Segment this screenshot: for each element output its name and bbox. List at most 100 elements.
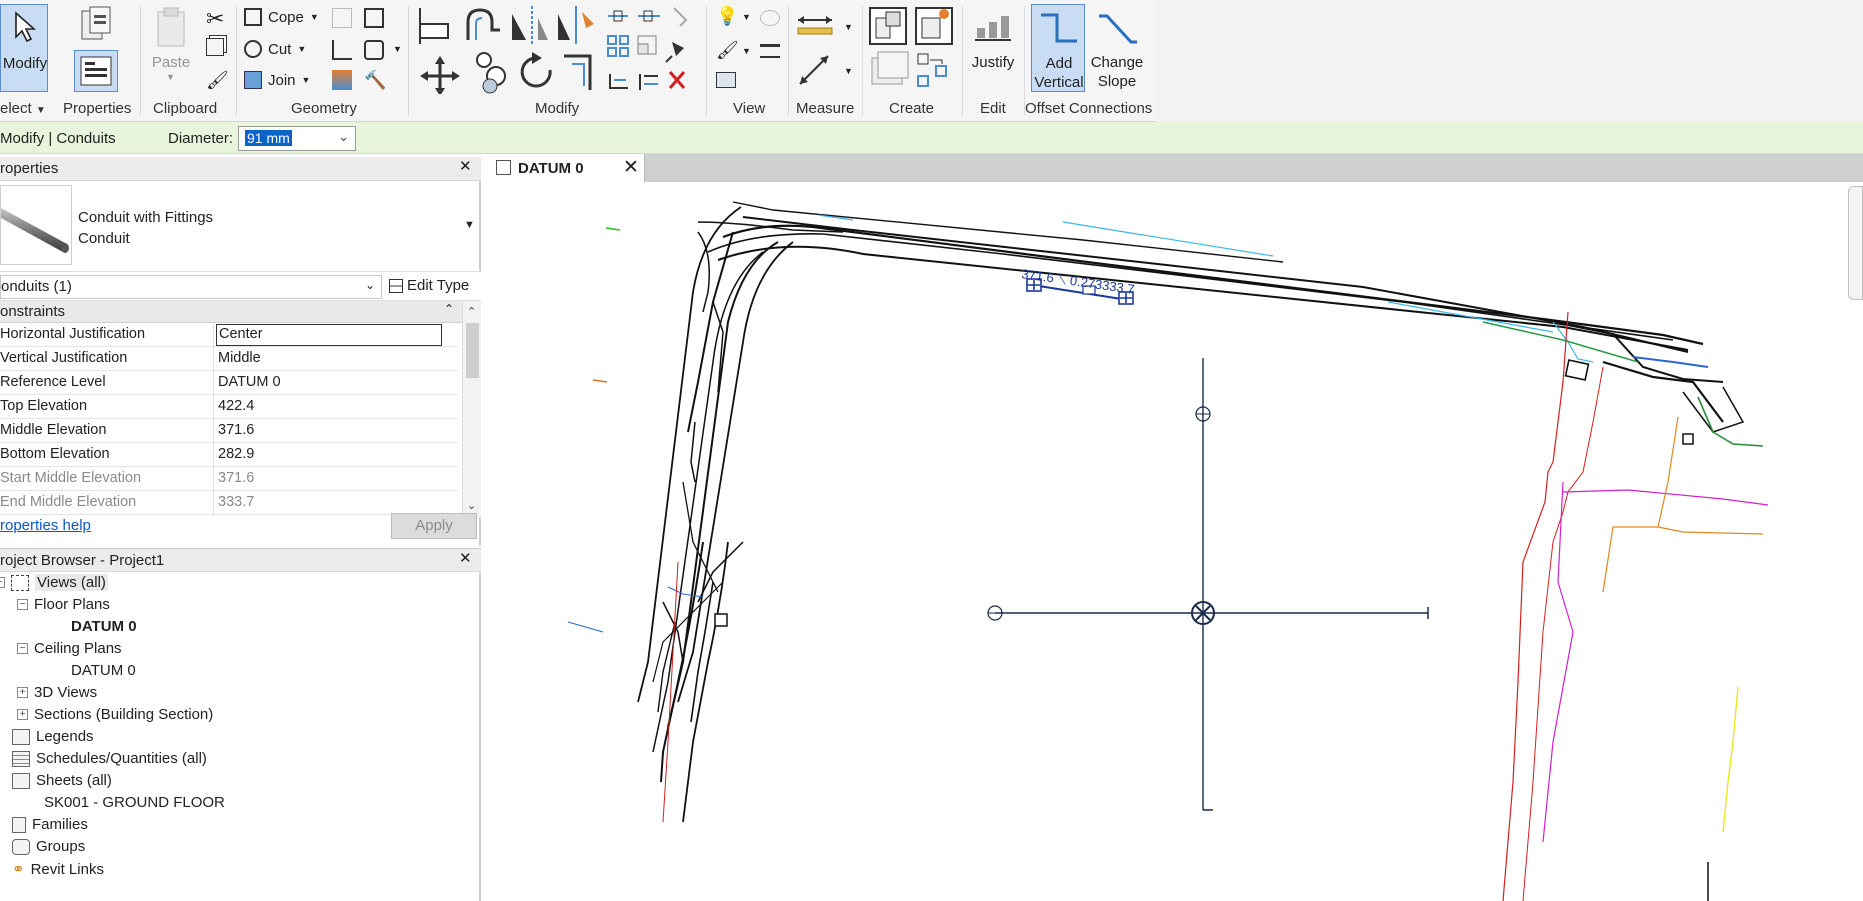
change-slope-button[interactable]: Change Slope bbox=[1088, 4, 1146, 92]
join-button[interactable]: Join ▼ bbox=[244, 71, 310, 89]
collapse-icon[interactable]: − bbox=[17, 599, 28, 610]
wall-joins-icon[interactable] bbox=[364, 8, 384, 28]
chevron-up-icon[interactable]: ⌃ bbox=[467, 305, 476, 318]
measure-between-references-icon[interactable] bbox=[797, 16, 833, 35]
linework-icon[interactable] bbox=[332, 40, 352, 60]
properties-scrollbar[interactable]: ⌃ ⌄ bbox=[462, 301, 481, 517]
copy-icon[interactable] bbox=[206, 38, 224, 56]
trim-extend-multiple-icon[interactable] bbox=[639, 74, 658, 90]
lightbulb-icon[interactable]: 💡 bbox=[716, 6, 738, 27]
trim-icon[interactable] bbox=[609, 74, 628, 89]
type-thumbnail bbox=[0, 185, 72, 265]
close-icon[interactable]: ✕ bbox=[459, 549, 472, 567]
diameter-select[interactable]: 91 mm ⌄ bbox=[238, 126, 356, 151]
cut-geometry-button[interactable]: Cut ▼ bbox=[244, 40, 306, 58]
tree-floor-plan-datum-0[interactable]: DATUM 0 bbox=[71, 618, 137, 635]
tree-sheet-sk001[interactable]: SK001 - GROUND FLOOR bbox=[44, 794, 225, 811]
tree-sheets[interactable]: Sheets (all) bbox=[12, 772, 112, 789]
constraints-group-header[interactable]: onstraints ⌃ bbox=[0, 301, 462, 323]
tree-floor-plans[interactable]: − Floor Plans bbox=[17, 596, 110, 613]
trim-extend-icon[interactable] bbox=[564, 54, 592, 90]
cut-scissors-icon[interactable]: ✂ bbox=[206, 6, 224, 32]
array-icon[interactable] bbox=[607, 35, 629, 57]
table-row[interactable]: Top Elevation 422.4 bbox=[0, 395, 458, 419]
tree-schedules[interactable]: Schedules/Quantities (all) bbox=[12, 750, 207, 767]
table-row[interactable]: Horizontal Justification Center bbox=[0, 323, 458, 347]
fitting-box[interactable] bbox=[714, 613, 728, 627]
fitting-box[interactable] bbox=[1682, 433, 1694, 445]
tree-views-all[interactable]: − Views (all) bbox=[0, 574, 108, 591]
paint-icon[interactable] bbox=[332, 70, 352, 90]
navigation-bar[interactable] bbox=[1848, 186, 1863, 300]
hammer-icon[interactable]: 🔨 bbox=[364, 70, 386, 91]
select-panel-label[interactable]: elect ▼ bbox=[0, 100, 46, 117]
display-settings-icon[interactable] bbox=[760, 10, 780, 26]
tree-3d-views[interactable]: + 3D Views bbox=[17, 684, 97, 701]
match-type-icon[interactable]: 🖌 bbox=[206, 70, 229, 91]
split-with-gap-icon[interactable] bbox=[638, 10, 660, 22]
create-assembly-icon[interactable] bbox=[869, 7, 907, 45]
delete-icon[interactable] bbox=[668, 71, 686, 89]
cope-button[interactable]: Cope ▼ bbox=[244, 8, 319, 26]
split-element-icon[interactable] bbox=[608, 10, 628, 22]
horizontal-justification-field[interactable]: Center bbox=[216, 324, 442, 346]
create-similar-icon[interactable] bbox=[917, 53, 947, 87]
table-row[interactable]: Middle Elevation 371.6 bbox=[0, 419, 458, 443]
view-tab-bar: DATUM 0 ✕ bbox=[483, 154, 1863, 182]
mirror-draw-axis-icon[interactable] bbox=[558, 6, 594, 44]
modify-button[interactable]: Modify bbox=[0, 4, 48, 92]
mirror-pick-axis-icon[interactable] bbox=[512, 6, 548, 44]
scrollbar-thumb[interactable] bbox=[466, 323, 479, 378]
close-icon[interactable]: ✕ bbox=[623, 156, 639, 179]
apply-button[interactable]: Apply bbox=[391, 513, 477, 539]
type-selector[interactable]: Conduit with Fittings Conduit bbox=[78, 207, 213, 249]
expand-icon[interactable]: + bbox=[17, 709, 28, 720]
tree-groups[interactable]: Groups bbox=[12, 838, 85, 855]
justify-button[interactable]: Justify bbox=[966, 4, 1020, 88]
split-face-icon[interactable] bbox=[332, 8, 352, 28]
tab-datum-0[interactable]: DATUM 0 ✕ bbox=[483, 154, 645, 182]
rotate-icon[interactable] bbox=[520, 52, 552, 88]
type-properties-button[interactable] bbox=[74, 4, 118, 46]
override-brush-icon[interactable]: 🖌 bbox=[716, 40, 739, 61]
align-icon[interactable] bbox=[419, 8, 449, 44]
table-row[interactable]: Reference Level DATUM 0 bbox=[0, 371, 458, 395]
conduit-runs[interactable] bbox=[697, 201, 1745, 433]
paste-button[interactable]: Paste ▼ bbox=[148, 4, 194, 86]
pin-icon[interactable] bbox=[665, 42, 684, 63]
edit-type-button[interactable]: Edit Type bbox=[389, 277, 469, 294]
create-parts-icon[interactable] bbox=[915, 7, 953, 45]
drawing-canvas[interactable]: 371.6 ⟍ 0.273333.7 bbox=[483, 182, 1863, 901]
hide-element-icon[interactable] bbox=[716, 72, 736, 88]
move-icon[interactable] bbox=[420, 56, 460, 94]
scale-icon[interactable] bbox=[637, 35, 657, 55]
table-row[interactable]: Bottom Elevation 282.9 bbox=[0, 443, 458, 467]
table-row[interactable]: Vertical Justification Middle bbox=[0, 347, 458, 371]
tree-ceiling-plan-datum-0[interactable]: DATUM 0 bbox=[71, 662, 136, 679]
chevron-down-icon[interactable]: ⌄ bbox=[467, 499, 476, 512]
instance-filter-select[interactable]: onduits (1) ⌄ bbox=[0, 275, 382, 299]
close-icon[interactable]: ✕ bbox=[459, 157, 472, 175]
fitting-box[interactable] bbox=[1564, 359, 1590, 381]
copy-element-icon[interactable] bbox=[476, 52, 506, 94]
expand-icon[interactable]: + bbox=[17, 687, 28, 698]
unpin-icon[interactable] bbox=[673, 7, 688, 27]
tree-sections[interactable]: + Sections (Building Section) bbox=[17, 706, 213, 723]
add-vertical-button[interactable]: Add Vertical bbox=[1031, 4, 1085, 92]
collapse-icon[interactable]: − bbox=[0, 577, 5, 588]
tree-legends[interactable]: Legends bbox=[12, 728, 94, 745]
properties-button[interactable] bbox=[74, 50, 118, 92]
collapse-icon[interactable]: − bbox=[17, 643, 28, 654]
conduit-runs-left[interactable] bbox=[637, 206, 794, 823]
tree-families[interactable]: Families bbox=[12, 816, 88, 833]
create-group-icon[interactable] bbox=[871, 51, 909, 85]
measure-along-element-icon[interactable] bbox=[799, 55, 829, 85]
tree-revit-links[interactable]: ⚭ Revit Links bbox=[12, 860, 104, 879]
tree-ceiling-plans[interactable]: − Ceiling Plans bbox=[17, 640, 122, 657]
linework-view-icon[interactable] bbox=[760, 44, 780, 58]
chevron-down-icon[interactable]: ▼ bbox=[464, 219, 475, 231]
offset-icon[interactable] bbox=[466, 8, 500, 40]
demolish-icon[interactable] bbox=[364, 40, 384, 60]
properties-help-link[interactable]: roperties help bbox=[0, 517, 91, 534]
reference-crosshair[interactable] bbox=[987, 358, 1429, 811]
